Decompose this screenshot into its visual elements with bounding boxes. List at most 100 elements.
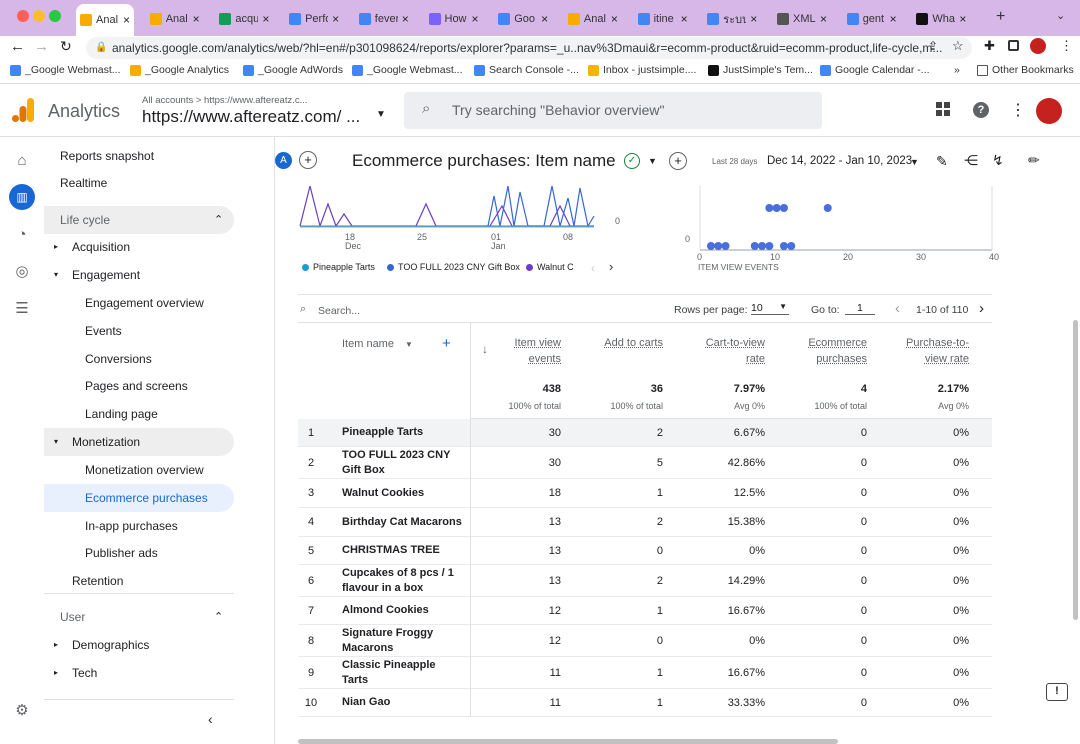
column-header[interactable]: Purchase-to-view rate — [889, 336, 969, 367]
account-avatar[interactable] — [1036, 98, 1062, 124]
page-scrollbar[interactable] — [1073, 320, 1078, 620]
browser-tab[interactable]: Anal × — [146, 7, 204, 31]
scatter-point[interactable] — [758, 242, 767, 250]
table-row[interactable]: 10 Nian Gao 11 1 33.33% 0 0% — [298, 689, 992, 717]
apps-grid-icon[interactable] — [936, 102, 950, 116]
column-header[interactable]: Cart-to-view rate — [685, 336, 765, 367]
bookmark-item[interactable]: Inbox - justsimple.... — [588, 64, 696, 76]
close-window-button[interactable] — [17, 10, 29, 22]
scatter-point[interactable] — [772, 204, 781, 212]
new-tab-button[interactable]: + — [996, 8, 1005, 26]
legend-item[interactable]: Walnut C — [526, 262, 590, 272]
nav-engagement-item[interactable]: Events — [44, 317, 234, 345]
property-selector[interactable]: https://www.aftereatz.com/ ... — [142, 107, 360, 127]
table-row[interactable]: 3 Walnut Cookies 18 1 12.5% 0 0% — [298, 479, 992, 508]
goto-input[interactable]: 1 — [845, 302, 875, 315]
maximize-window-button[interactable] — [49, 10, 61, 22]
legend-item[interactable]: TOO FULL 2023 CNY Gift Box — [387, 262, 520, 272]
tab-close-icon[interactable]: × — [332, 12, 339, 26]
nav-monetization-item[interactable]: Publisher ads — [44, 539, 234, 567]
table-row[interactable]: 1 Pineapple Tarts 30 2 6.67% 0 0% — [298, 419, 992, 447]
home-icon[interactable]: ⌂ — [11, 149, 33, 171]
bookmark-item[interactable]: _Google Analytics — [130, 64, 229, 76]
dimension-selector[interactable]: Item name — [342, 338, 394, 350]
browser-tab[interactable]: XML × — [773, 7, 831, 31]
scatter-point[interactable] — [823, 204, 832, 212]
table-row[interactable]: 5 CHRISTMAS TREE 13 0 0% 0 0% — [298, 537, 992, 565]
browser-tab[interactable]: Perfo × — [285, 7, 343, 31]
tab-close-icon[interactable]: × — [123, 13, 130, 27]
bookmark-item[interactable]: Google Calendar -... — [820, 64, 930, 76]
nav-demographics[interactable]: ▸ Demographics — [44, 631, 234, 659]
bookmark-star-icon[interactable]: ☆ — [952, 38, 964, 54]
tab-close-icon[interactable]: × — [262, 12, 269, 26]
tab-close-icon[interactable]: × — [890, 12, 897, 26]
profile-avatar[interactable] — [1030, 38, 1046, 54]
column-header[interactable]: Item view events — [481, 336, 561, 367]
browser-tab[interactable]: fever × — [355, 7, 413, 31]
scatter-point[interactable] — [765, 204, 774, 212]
add-comparison-button[interactable]: + — [299, 151, 317, 169]
scatter-point[interactable] — [714, 242, 723, 250]
nav-tech[interactable]: ▸ Tech — [44, 659, 234, 687]
browser-tab[interactable]: How × — [425, 7, 483, 31]
tab-close-icon[interactable]: × — [402, 12, 409, 26]
edit-pencil-icon[interactable]: ✏ — [1028, 152, 1040, 169]
browser-tab[interactable]: Anal × — [76, 4, 134, 36]
tab-close-icon[interactable]: × — [193, 12, 200, 26]
bookmark-item[interactable]: _Google Webmast... — [352, 64, 463, 76]
browser-tab[interactable]: ระบบ × — [703, 7, 761, 31]
back-arrow-icon[interactable]: ← — [10, 38, 25, 55]
nav-retention[interactable]: Retention — [44, 567, 234, 595]
browser-tab[interactable]: gent × — [843, 7, 901, 31]
column-header[interactable]: Ecommerce purchases — [787, 336, 867, 367]
tab-close-icon[interactable]: × — [750, 12, 757, 26]
table-row[interactable]: 6 Cupcakes of 8 pcs / 1 flavour in a box 1… — [298, 565, 992, 597]
prev-page-icon[interactable]: ‹ — [895, 300, 900, 317]
bookmark-item[interactable]: _Google Webmast... — [10, 64, 121, 76]
table-row[interactable]: 8 Signature Froggy Macarons 12 0 0% 0 0% — [298, 625, 992, 657]
tab-close-icon[interactable]: × — [471, 12, 478, 26]
more-menu-icon[interactable]: ⋮ — [1010, 100, 1026, 120]
nav-engagement-item[interactable]: Landing page — [44, 400, 234, 428]
nav-engagement-item[interactable]: Conversions — [44, 345, 234, 373]
collapse-nav-icon[interactable]: ‹ — [208, 711, 213, 727]
advertising-icon[interactable]: ◎ — [11, 260, 33, 282]
table-row[interactable]: 2 TOO FULL 2023 CNY Gift Box 30 5 42.86% 0 0% — [298, 447, 992, 479]
tab-search-chevron-icon[interactable]: ⌄ — [1056, 9, 1065, 22]
legend-prev-icon[interactable]: ‹ — [591, 261, 595, 275]
help-icon[interactable]: ? — [973, 102, 989, 118]
bookmark-item[interactable]: Search Console -... — [474, 64, 579, 76]
rows-per-page-select[interactable]: 10 ▼ — [751, 302, 789, 315]
nav-engagement-item[interactable]: Engagement overview — [44, 289, 234, 317]
comparison-avatar[interactable]: A — [275, 152, 292, 169]
browser-tab[interactable]: Wha × — [912, 7, 970, 31]
sidepanel-icon[interactable] — [1008, 40, 1019, 51]
reports-icon[interactable]: ▥ — [9, 184, 35, 210]
admin-gear-icon[interactable]: ⚙ — [11, 699, 33, 721]
property-dropdown-icon[interactable]: ▼ — [376, 109, 386, 120]
other-bookmarks-folder[interactable]: Other Bookmarks — [977, 64, 1074, 76]
minimize-window-button[interactable] — [33, 10, 45, 22]
breadcrumb[interactable]: All accounts > https://www.aftereatz.c..… — [142, 95, 308, 106]
more-bookmarks-button[interactable]: » — [954, 64, 960, 76]
table-row[interactable]: 9 Classic Pineapple Tarts 11 1 16.67% 0 0% — [298, 657, 992, 689]
browser-tab[interactable]: Anal × — [564, 7, 622, 31]
date-range[interactable]: Dec 14, 2022 - Jan 10, 2023 — [767, 155, 912, 167]
reload-icon[interactable]: ↻ — [60, 38, 72, 55]
scatter-point[interactable] — [750, 242, 759, 250]
search-input[interactable]: Try searching "Behavior overview" — [404, 92, 822, 129]
nav-section-user[interactable]: User ⌃ — [44, 603, 234, 631]
browser-tab[interactable]: itine × — [634, 7, 692, 31]
scatter-point[interactable] — [706, 242, 715, 250]
add-filter-button[interactable]: + — [669, 152, 687, 170]
nav-monetization-item[interactable]: Ecommerce purchases — [44, 483, 234, 512]
explore-icon[interactable]: ◔ — [11, 223, 33, 245]
dimension-dropdown-icon[interactable]: ▼ — [405, 340, 413, 349]
browser-tab[interactable]: Goo × — [494, 7, 552, 31]
table-horizontal-scrollbar[interactable] — [298, 739, 838, 744]
table-row[interactable]: 7 Almond Cookies 12 1 16.67% 0 0% — [298, 597, 992, 625]
nav-monetization-item[interactable]: Monetization overview — [44, 456, 234, 484]
bookmark-item[interactable]: JustSimple's Tem... — [708, 64, 813, 76]
configure-icon[interactable]: ☰ — [11, 297, 33, 319]
